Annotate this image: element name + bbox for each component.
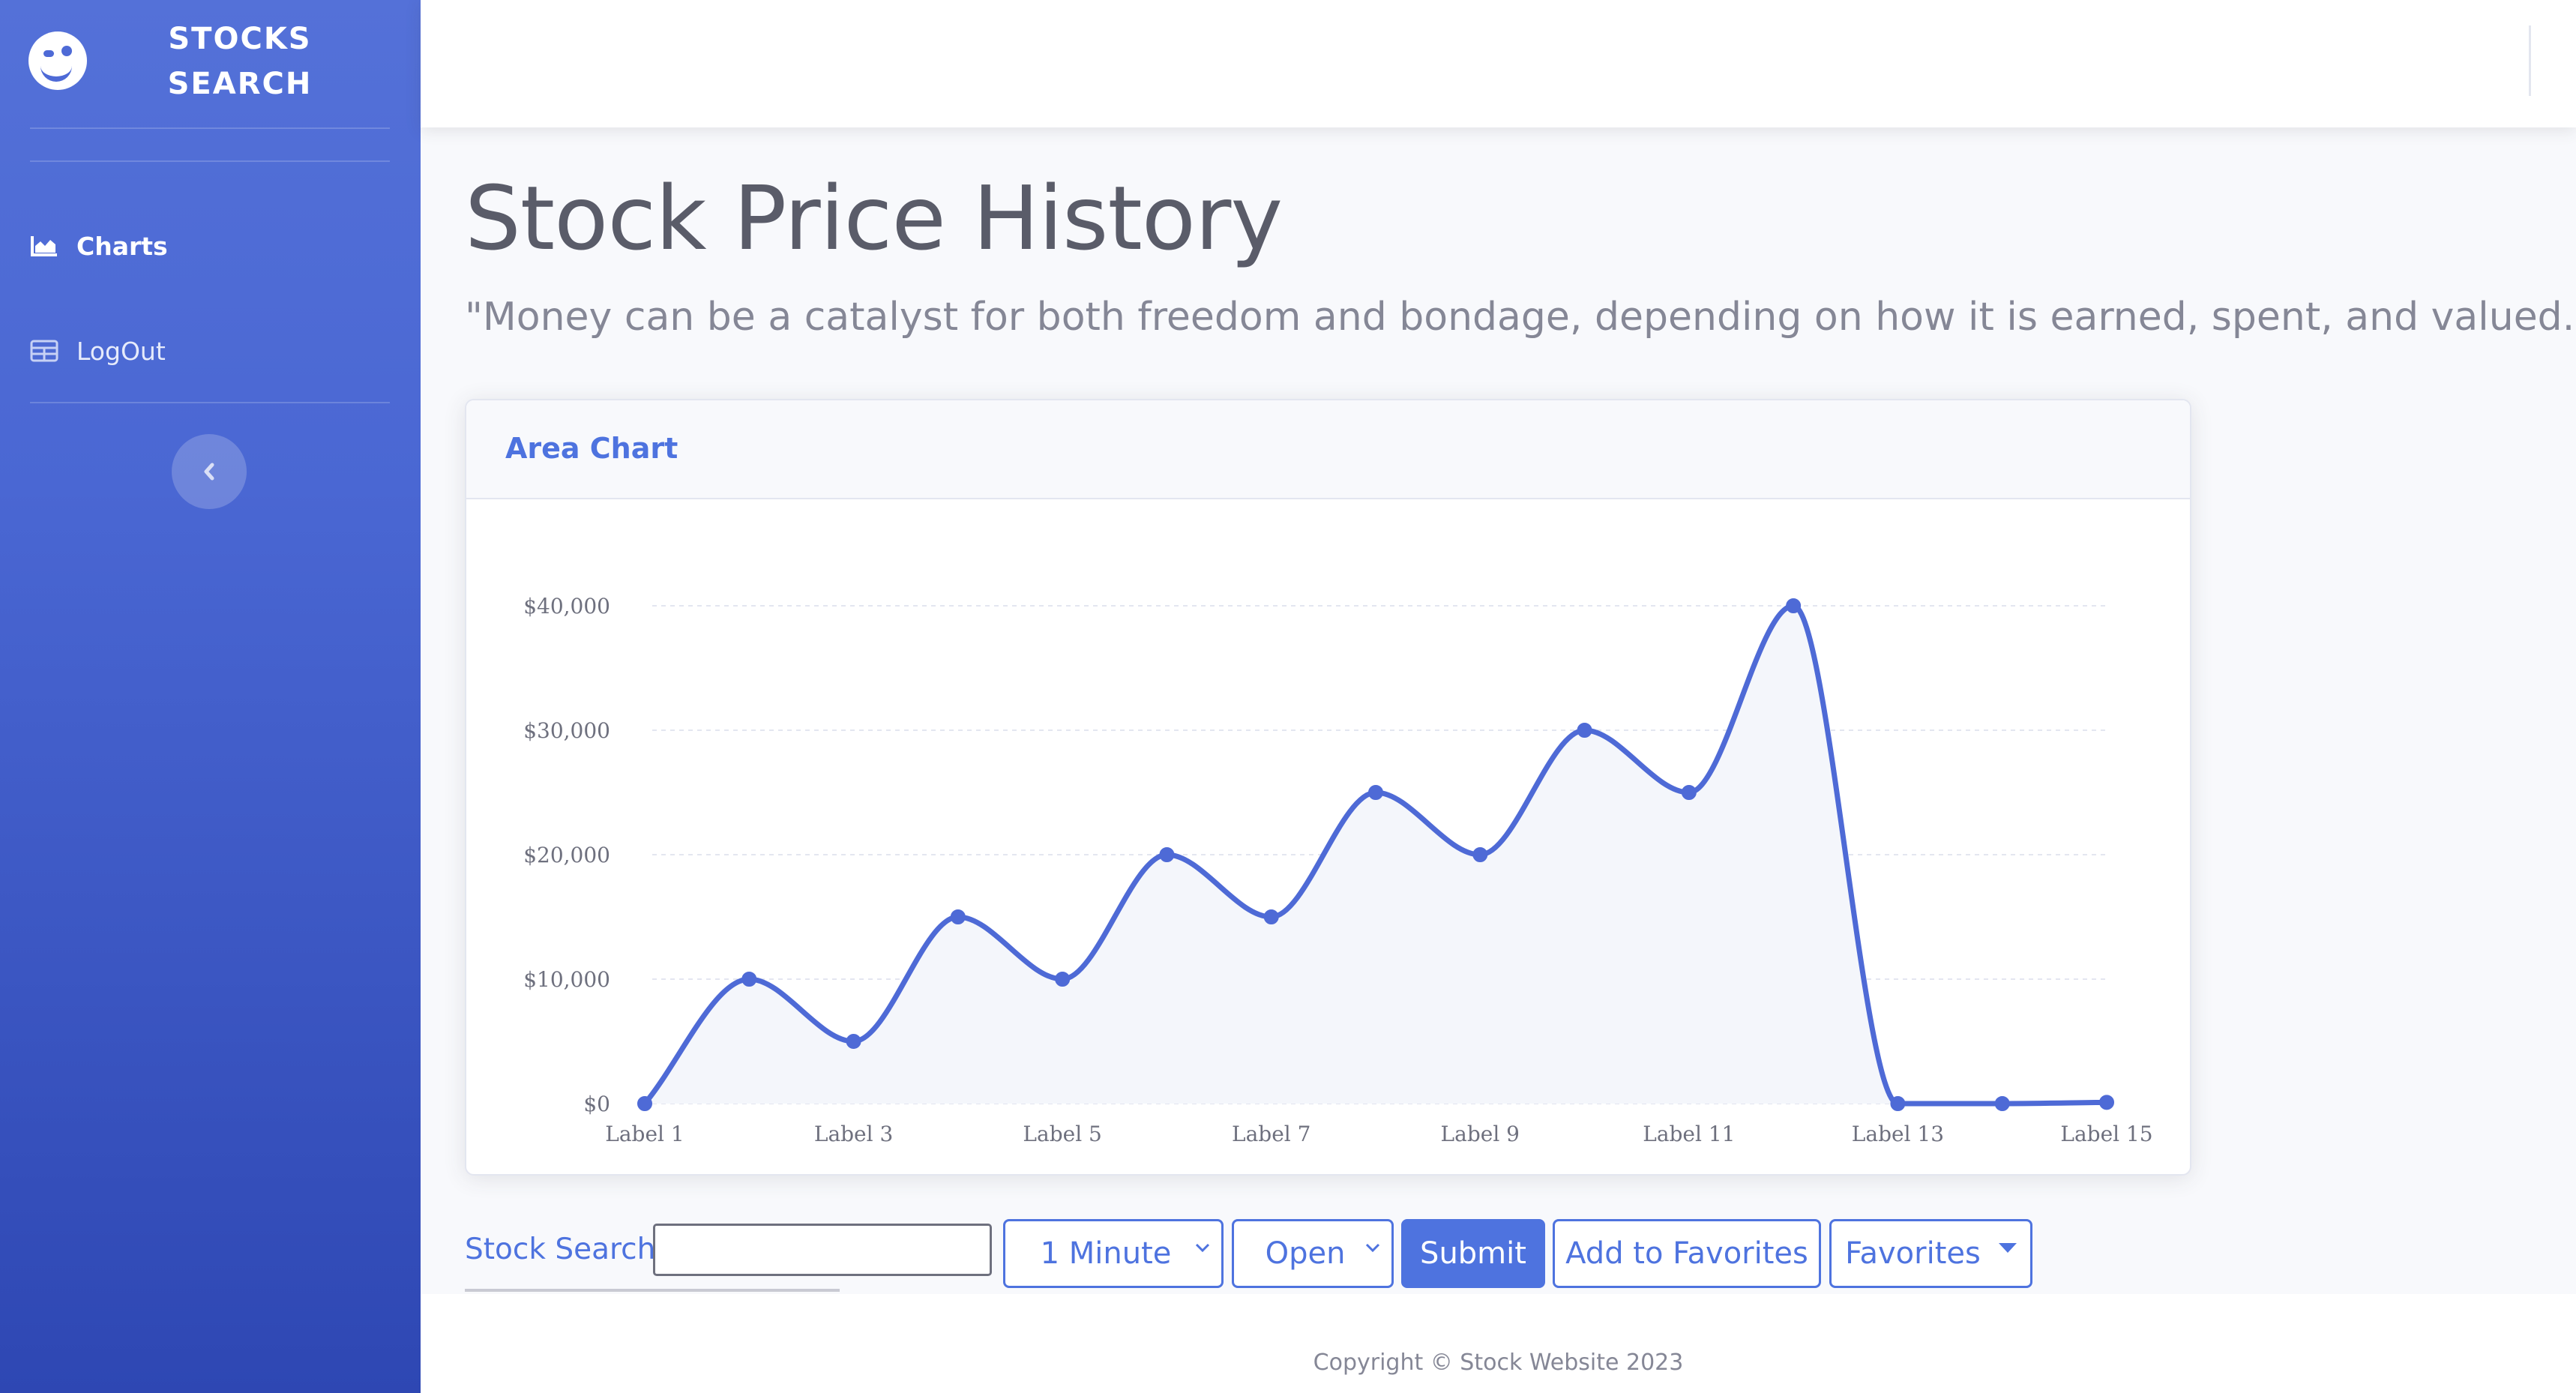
- table-icon: [30, 340, 58, 362]
- price-type-select-value: Open: [1265, 1236, 1346, 1271]
- search-underline: [465, 1289, 840, 1292]
- x-tick-label: Label 13: [1852, 1122, 1944, 1146]
- footer-copyright: Copyright © Stock Website 2023: [1313, 1350, 1684, 1376]
- brand-line-1: STOCKS: [168, 22, 312, 56]
- add-to-favorites-button[interactable]: Add to Favorites: [1553, 1219, 1821, 1288]
- x-tick-label: Label 9: [1441, 1122, 1520, 1146]
- data-point[interactable]: [846, 1034, 861, 1049]
- page-title: Stock Price History: [465, 166, 1283, 270]
- data-point[interactable]: [1263, 909, 1279, 924]
- chart-area-icon: [30, 235, 58, 257]
- data-point[interactable]: [1577, 723, 1592, 738]
- sidebar-item-label: Charts: [76, 231, 168, 261]
- data-point[interactable]: [1159, 847, 1175, 862]
- sidebar-item-logout[interactable]: LogOut: [30, 328, 166, 373]
- stock-search-label: Stock Search:: [465, 1233, 666, 1266]
- data-point[interactable]: [1368, 785, 1383, 800]
- data-point[interactable]: [1681, 785, 1697, 800]
- interval-select[interactable]: 1 Minute: [1003, 1219, 1224, 1288]
- sidebar-divider: [30, 402, 390, 403]
- topbar: [421, 0, 2576, 127]
- data-point[interactable]: [950, 909, 966, 924]
- caret-down-icon: [1998, 1242, 2017, 1253]
- data-point[interactable]: [1786, 598, 1802, 613]
- footer: Copyright © Stock Website 2023: [421, 1294, 2576, 1393]
- chevron-left-icon: [204, 463, 214, 481]
- chevron-down-icon: [1365, 1243, 1380, 1253]
- card-title: Area Chart: [505, 432, 678, 465]
- y-tick-label: $30,000: [523, 718, 610, 743]
- interval-select-value: 1 Minute: [1040, 1236, 1172, 1271]
- data-point[interactable]: [1890, 1096, 1906, 1111]
- favorites-dropdown-label: Favorites: [1845, 1236, 1981, 1271]
- x-tick-label: Label 15: [2060, 1122, 2152, 1146]
- data-point[interactable]: [1055, 972, 1071, 987]
- brand-name: STOCKS SEARCH: [135, 16, 345, 106]
- sidebar-item-label: LogOut: [76, 336, 166, 366]
- data-point[interactable]: [637, 1096, 652, 1111]
- brand-line-2: SEARCH: [167, 67, 313, 101]
- area-chart: $0 $10,000 $20,000 $30,000 $40,000 Label 1 Lab…: [523, 594, 2152, 1146]
- price-type-select[interactable]: Open: [1232, 1219, 1394, 1288]
- card-header: Area Chart: [466, 400, 2190, 499]
- data-point[interactable]: [2099, 1095, 2114, 1110]
- x-tick-label: Label 1: [605, 1122, 684, 1146]
- laugh-wink-icon: [28, 31, 87, 90]
- topbar-divider: [2529, 25, 2531, 96]
- brand[interactable]: STOCKS SEARCH: [0, 0, 421, 129]
- data-point[interactable]: [1994, 1096, 2010, 1111]
- x-tick-label: Label 7: [1232, 1122, 1310, 1146]
- x-tick-label: Label 11: [1643, 1122, 1735, 1146]
- y-tick-label: $20,000: [523, 843, 610, 867]
- page-quote: "Money can be a catalyst for both freedo…: [465, 295, 2576, 340]
- y-tick-label: $10,000: [523, 967, 610, 992]
- x-tick-label: Label 5: [1023, 1122, 1101, 1146]
- chevron-down-icon: [1195, 1243, 1210, 1253]
- sidebar-divider: [30, 160, 390, 162]
- sidebar-item-charts[interactable]: Charts: [30, 223, 168, 268]
- y-tick-label: $40,000: [523, 594, 610, 619]
- favorites-dropdown-button[interactable]: Favorites: [1829, 1219, 2032, 1288]
- sidebar: STOCKS SEARCH Charts LogOut: [0, 0, 421, 1393]
- x-tick-label: Label 3: [814, 1122, 893, 1146]
- area-chart-card: Area Chart $0 $10,000 $20,000 $30,000 $40,00…: [465, 399, 2191, 1176]
- data-point[interactable]: [741, 972, 757, 987]
- data-point[interactable]: [1472, 847, 1488, 862]
- sidebar-toggle-button[interactable]: [172, 434, 247, 509]
- stock-search-input[interactable]: [653, 1224, 992, 1276]
- sidebar-divider: [30, 127, 390, 129]
- submit-button[interactable]: Submit: [1401, 1219, 1545, 1288]
- y-tick-label: $0: [583, 1092, 610, 1116]
